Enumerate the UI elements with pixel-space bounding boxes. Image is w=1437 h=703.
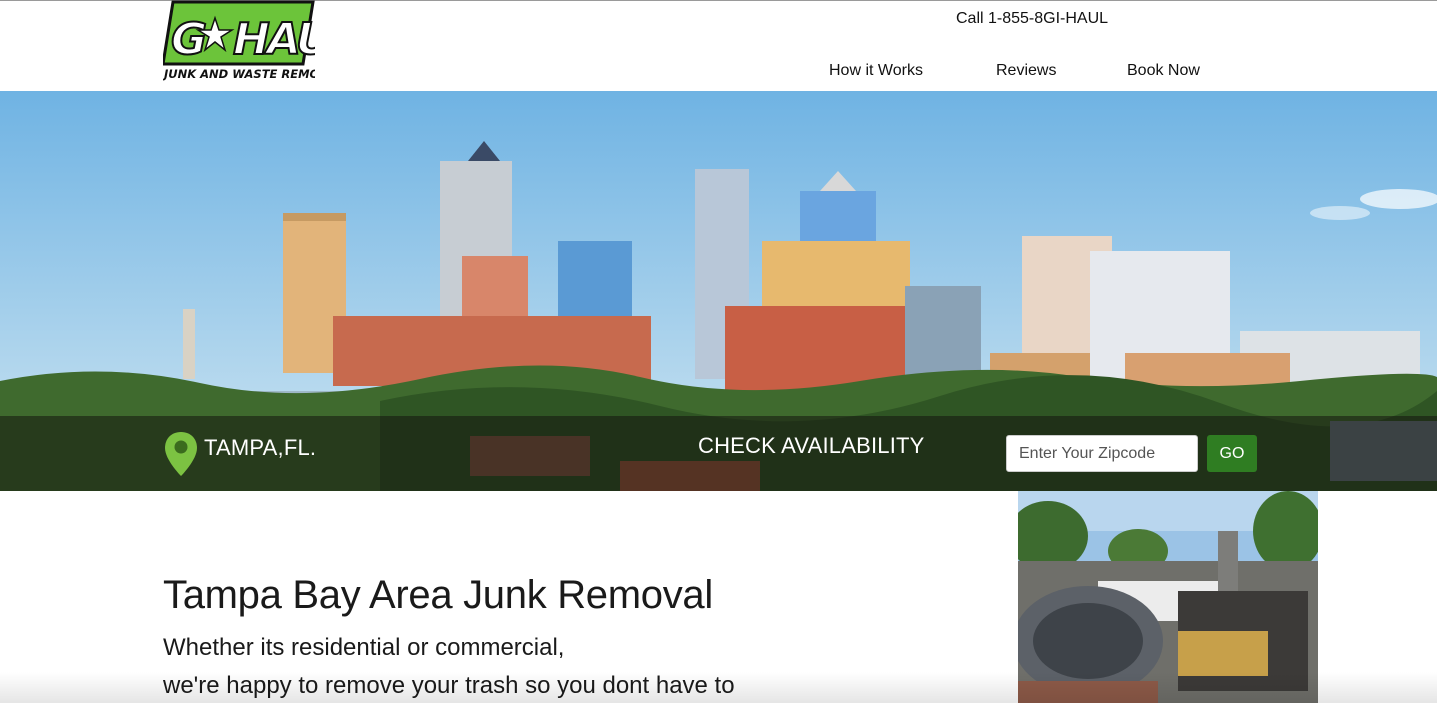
check-availability-label: CHECK AVAILABILITY — [698, 433, 925, 458]
page-title: Tampa Bay Area Junk Removal — [163, 573, 713, 617]
svg-text:JUNK AND WASTE REMOVAL: JUNK AND WASTE REMOVAL — [163, 67, 315, 81]
nav-book-now[interactable]: Book Now — [1127, 62, 1200, 80]
intro-line-2: we're happy to remove your trash so you … — [163, 672, 735, 699]
location-pin-icon — [165, 432, 197, 476]
svg-text:G: G — [171, 14, 206, 65]
hot-tub-removal-photo — [1018, 491, 1318, 703]
brand-logo[interactable]: G HAUL JUNK AND WASTE REMOVAL — [161, 0, 358, 82]
nav-how-it-works[interactable]: How it Works — [829, 62, 923, 80]
zipcode-input[interactable] — [1006, 435, 1198, 472]
nav-reviews[interactable]: Reviews — [996, 62, 1056, 80]
intro-line-1: Whether its residential or commercial, — [163, 634, 565, 661]
phone-number[interactable]: Call 1-855-8GI-HAUL — [956, 10, 1108, 28]
location-label: TAMPA,FL. — [204, 435, 317, 460]
svg-text:HAUL: HAUL — [233, 14, 315, 65]
go-button[interactable]: GO — [1207, 435, 1257, 472]
hero-banner: TAMPA,FL. CHECK AVAILABILITY GO — [0, 91, 1437, 491]
